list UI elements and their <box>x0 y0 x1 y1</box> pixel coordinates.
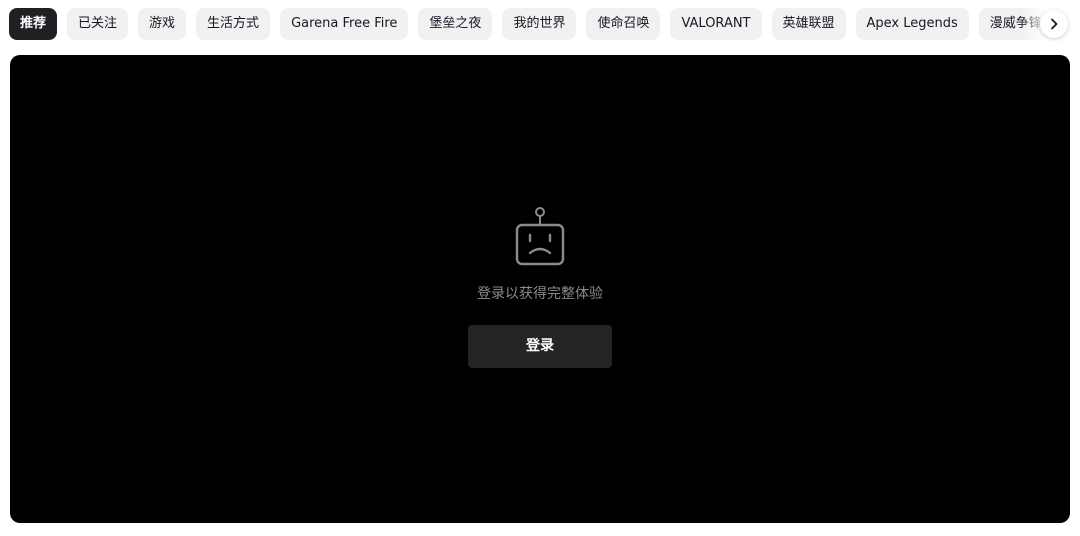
login-prompt: 登录以获得完整体验 登录 <box>10 205 1070 368</box>
tab-league-of-legends[interactable]: 英雄联盟 <box>771 8 846 40</box>
tab-following[interactable]: 已关注 <box>67 8 129 40</box>
chevron-right-icon <box>1051 18 1058 30</box>
tab-garena-free-fire[interactable]: Garena Free Fire <box>280 8 409 40</box>
login-button[interactable]: 登录 <box>468 325 612 368</box>
login-message: 登录以获得完整体验 <box>477 286 603 302</box>
tab-valorant[interactable]: VALORANT <box>670 8 762 40</box>
tab-minecraft[interactable]: 我的世界 <box>502 8 577 40</box>
video-player-area: 登录以获得完整体验 登录 <box>10 55 1070 523</box>
tab-recommended[interactable]: 推荐 <box>9 8 58 40</box>
tab-lifestyle[interactable]: 生活方式 <box>196 8 271 40</box>
category-tabs: 推荐 已关注 游戏 生活方式 Garena Free Fire 堡垒之夜 我的世… <box>9 8 1080 40</box>
tab-call-of-duty[interactable]: 使命召唤 <box>586 8 661 40</box>
tabs-next-button[interactable] <box>1040 10 1068 38</box>
category-tab-bar: 推荐 已关注 游戏 生活方式 Garena Free Fire 堡垒之夜 我的世… <box>0 0 1080 48</box>
tab-games[interactable]: 游戏 <box>138 8 187 40</box>
sad-robot-icon <box>515 207 565 266</box>
tab-apex-legends[interactable]: Apex Legends <box>855 8 969 40</box>
tab-fortnite[interactable]: 堡垒之夜 <box>418 8 493 40</box>
